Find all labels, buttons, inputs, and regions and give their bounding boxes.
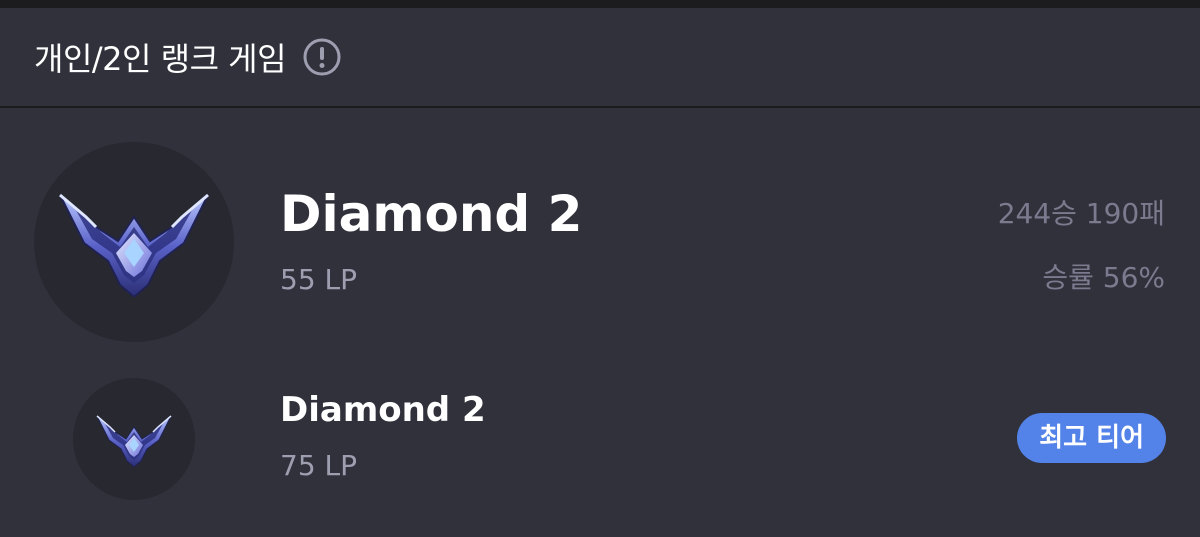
win-loss-record: 244승 190패 xyxy=(997,197,1165,230)
current-lp: 55 LP xyxy=(280,263,358,296)
diamond-emblem-icon xyxy=(96,414,172,467)
section-title: 개인/2인 랭크 게임 xyxy=(34,40,287,78)
info-icon[interactable] xyxy=(302,37,342,77)
peak-rank-emblem xyxy=(73,378,195,500)
win-rate: 승률 56% xyxy=(1042,261,1165,294)
peak-tier-badge: 최고 티어 xyxy=(1017,413,1166,463)
section-header: 개인/2인 랭크 게임 xyxy=(0,8,1200,106)
peak-lp: 75 LP xyxy=(280,449,358,482)
top-bar xyxy=(0,0,1200,8)
current-tier-name: Diamond 2 xyxy=(280,185,583,243)
peak-tier-name: Diamond 2 xyxy=(280,390,486,430)
header-divider xyxy=(0,106,1200,108)
diamond-emblem-icon xyxy=(59,193,209,297)
current-rank-emblem xyxy=(34,142,234,342)
